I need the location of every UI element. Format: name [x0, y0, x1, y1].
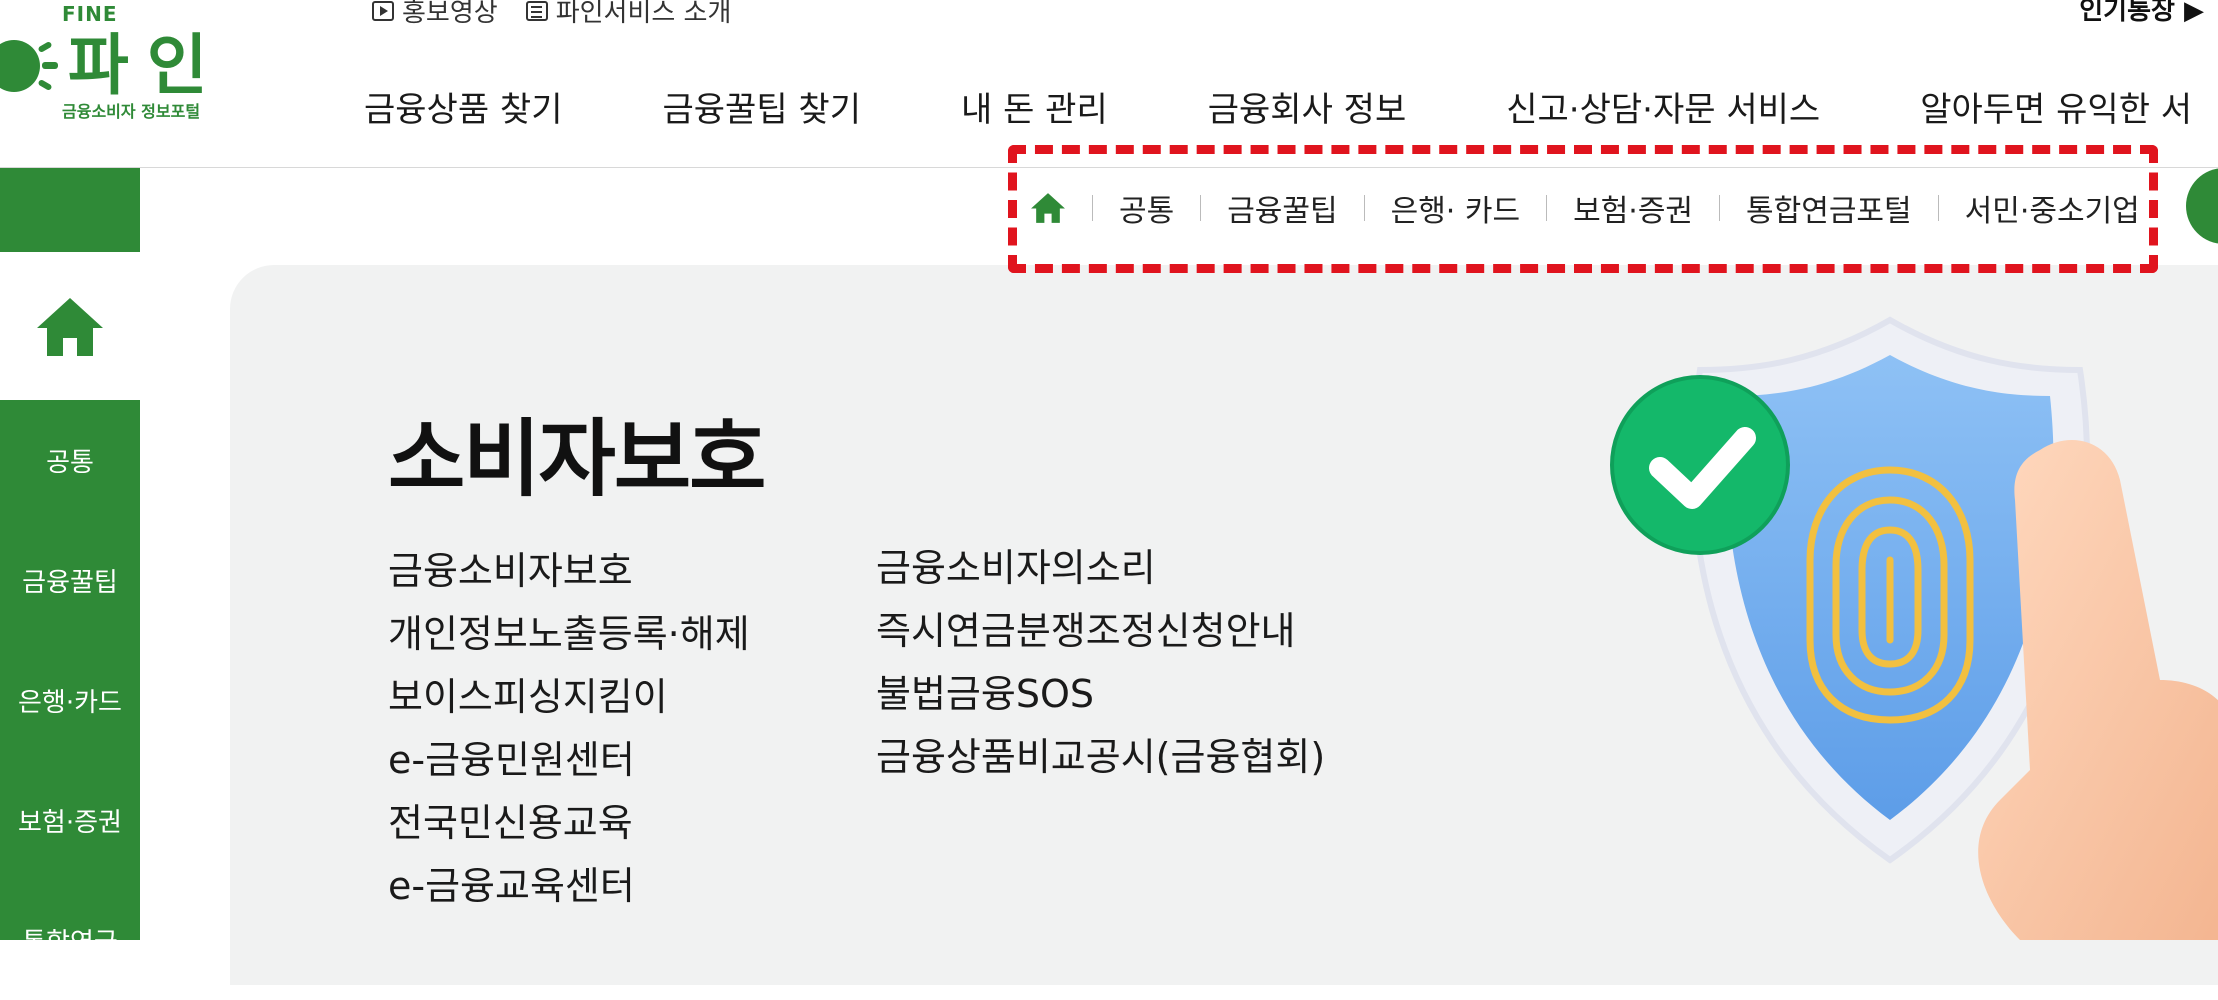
gnb-useful-info[interactable]: 알아두면 유익한 서	[1920, 82, 2192, 131]
play-video-icon	[372, 0, 394, 21]
link-personal-info-exposure[interactable]: 개인정보노출등록·해제	[388, 603, 750, 666]
gnb-my-money[interactable]: 내 돈 관리	[961, 82, 1108, 131]
utility-links: 홍보영상 파인서비스 소개	[372, 0, 731, 29]
sidebar-top-bar	[0, 168, 140, 252]
link-annuity-dispute[interactable]: 즉시연금분쟁조정신청안내	[876, 600, 1325, 663]
subnav-tips[interactable]: 금융꿀팁	[1227, 186, 1337, 230]
fine-logo[interactable]: FINE 파인 금융소비자 정보포털	[0, 0, 230, 140]
link-product-comparison[interactable]: 금융상품비교공시(금융협회)	[876, 726, 1325, 789]
sidebar-item-tips[interactable]: 금융꿀팁	[0, 520, 140, 640]
global-navigation: 금융상품 찾기 금융꿀팁 찾기 내 돈 관리 금융회사 정보 신고·상담·자문 …	[364, 82, 2218, 131]
subnav-small-business[interactable]: 서민·중소기업	[1965, 186, 2140, 230]
page-title: 소비자보호	[388, 410, 766, 508]
sidebar-home-button[interactable]	[0, 252, 140, 402]
category-subnav: 공통 금융꿀팁 은행· 카드 보험·증권 통합연금포털 서민·중소기업	[1030, 186, 2140, 230]
subnav-pension-portal[interactable]: 통합연금포털	[1746, 186, 1912, 230]
sidebar-item-bank-card[interactable]: 은행·카드	[0, 640, 140, 760]
link-voice-phishing[interactable]: 보이스피싱지킴이	[388, 666, 750, 729]
subnav-more-button[interactable]	[2186, 168, 2218, 244]
sidebar-item-pension[interactable]: 통합연금	[0, 880, 140, 1000]
gnb-find-products[interactable]: 금융상품 찾기	[364, 82, 563, 131]
logo-korean-name: 파인	[68, 27, 226, 104]
link-illegal-finance-sos[interactable]: 불법금융SOS	[876, 663, 1325, 726]
left-sidebar: 공통 금융꿀팁 은행·카드 보험·증권 통합연금	[0, 168, 140, 958]
link-list-right: 금융소비자의소리 즉시연금분쟁조정신청안내 불법금융SOS 금융상품비교공시(금…	[876, 537, 1325, 789]
logo-tagline: 금융소비자 정보포털	[62, 102, 201, 121]
promo-video-label: 홍보영상	[402, 0, 498, 28]
separator	[1719, 195, 1721, 221]
sidebar-item-common[interactable]: 공통	[0, 400, 140, 520]
subnav-bank-card[interactable]: 은행· 카드	[1391, 186, 1520, 230]
service-intro-label: 파인서비스 소개	[555, 0, 732, 28]
link-national-credit-education[interactable]: 전국민신용교육	[388, 792, 750, 855]
popular-products-link[interactable]: 인기통장 ▶	[2079, 0, 2204, 27]
link-consumer-voice[interactable]: 금융소비자의소리	[876, 537, 1325, 600]
service-intro-link[interactable]: 파인서비스 소개	[525, 0, 732, 29]
home-icon	[37, 298, 103, 356]
link-e-education-center[interactable]: e-금융교육센터	[388, 855, 750, 918]
subnav-common[interactable]: 공통	[1119, 186, 1174, 230]
gnb-report-consult[interactable]: 신고·상담·자문 서비스	[1506, 82, 1820, 131]
separator	[1200, 195, 1202, 221]
promo-video-link[interactable]: 홍보영상	[372, 0, 498, 29]
separator	[1937, 195, 1939, 221]
home-icon	[1031, 193, 1065, 223]
link-consumer-protection[interactable]: 금융소비자보호	[388, 540, 750, 603]
separator	[1546, 195, 1548, 221]
logo-sun-icon	[0, 40, 58, 92]
document-list-icon	[525, 0, 548, 21]
gnb-find-tips[interactable]: 금융꿀팁 찾기	[663, 82, 862, 131]
gnb-company-info[interactable]: 금융회사 정보	[1208, 82, 1407, 131]
separator	[1363, 195, 1365, 221]
subnav-insurance-securities[interactable]: 보험·증권	[1573, 186, 1693, 230]
site-header: FINE 파인 금융소비자 정보포털 홍보영상 파인서비스 소개 인기통장 ▶ …	[0, 0, 2218, 168]
shield-fingerprint-check-illustration	[1610, 316, 2218, 940]
sidebar-item-insurance-securities[interactable]: 보험·증권	[0, 760, 140, 880]
link-e-complaint-center[interactable]: e-금융민원센터	[388, 729, 750, 792]
subnav-home-button[interactable]	[1030, 192, 1066, 224]
separator	[1092, 195, 1093, 221]
sidebar-category-list: 공통 금융꿀팁 은행·카드 보험·증권 통합연금	[0, 400, 140, 958]
link-list-left: 금융소비자보호 개인정보노출등록·해제 보이스피싱지킴이 e-금융민원센터 전국…	[388, 540, 750, 918]
